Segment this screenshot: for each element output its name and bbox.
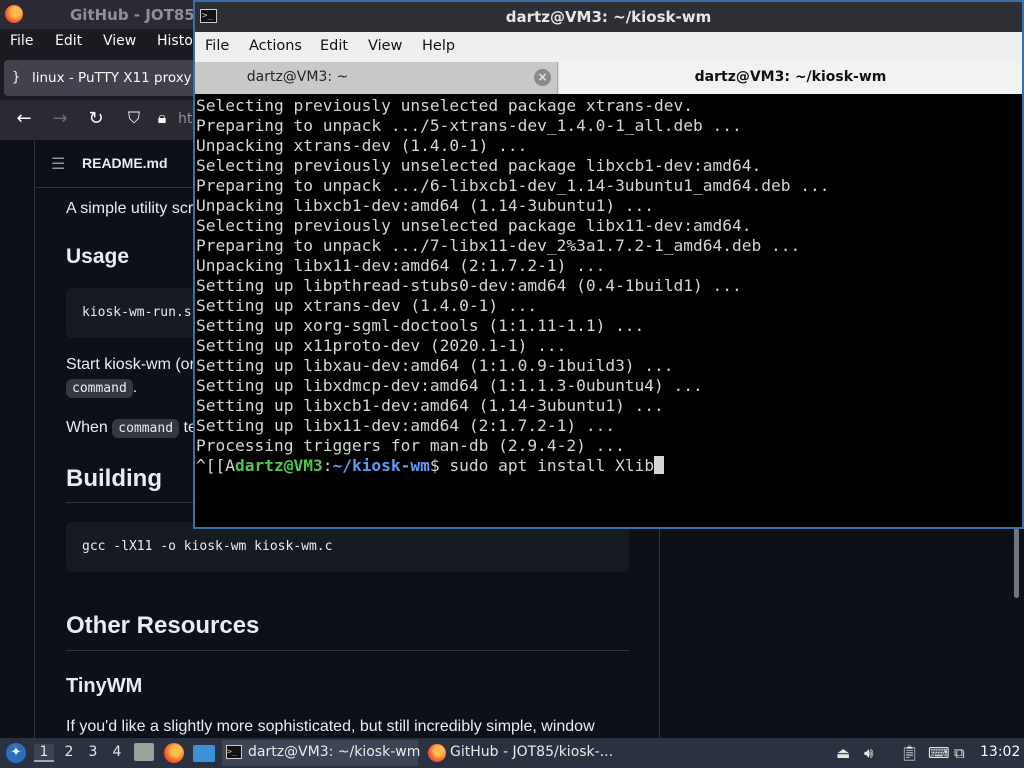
- terminal-tab-label: dartz@VM3: ~: [246, 69, 349, 85]
- terminal-line: Preparing to unpack .../6-libxcb1-dev_1.…: [196, 176, 830, 195]
- readme-intro: A simple utility scr: [66, 200, 194, 217]
- prompt-separator: :: [322, 456, 333, 475]
- back-icon[interactable]: ←: [12, 108, 36, 129]
- terminal-window: >_ dartz@VM3: ~/kiosk-wm File Actions Ed…: [193, 0, 1024, 529]
- terminal-line: Unpacking xtrans-dev (1.4.0-1) ...: [196, 136, 528, 155]
- lock-icon[interactable]: 🔒︎: [150, 108, 174, 128]
- tinywm-heading: TinyWM: [66, 675, 143, 697]
- terminal-window-title: dartz@VM3: ~/kiosk-wm: [505, 8, 712, 26]
- terminal-menu-actions[interactable]: Actions: [249, 38, 302, 54]
- escape-prefix: ^[[A: [196, 456, 235, 475]
- list-icon[interactable]: ☰: [51, 154, 65, 174]
- terminal-menu-help[interactable]: Help: [422, 38, 455, 54]
- clipboard-icon[interactable]: 📋︎: [900, 744, 919, 762]
- firefox-launcher-icon[interactable]: [164, 743, 184, 763]
- terminal-tab-label: dartz@VM3: ~/kiosk-wm: [694, 69, 887, 85]
- terminal-line: Unpacking libxcb1-dev:amd64 (1.14-3ubunt…: [196, 196, 655, 215]
- terminal-line: Setting up x11proto-dev (2020.1-1) ...: [196, 336, 567, 355]
- terminal-prompt-line[interactable]: ^[[Adartz@VM3:~/kiosk-wm$ sudo apt insta…: [196, 456, 1021, 476]
- terminal-line: Setting up libx11-dev:amd64 (2:1.7.2-1) …: [196, 416, 616, 435]
- network-icon[interactable]: ⧉: [954, 744, 965, 762]
- terminal-line: Setting up libxdmcp-dev:amd64 (1:1.1.3-0…: [196, 376, 703, 395]
- close-tab-icon[interactable]: ×: [534, 69, 551, 86]
- volume-icon[interactable]: 🔊︎: [864, 744, 873, 762]
- terminal-menubar: File Actions Edit View Help: [195, 32, 1022, 62]
- workspace-3[interactable]: 3: [83, 744, 103, 760]
- browser-menu-history[interactable]: Histo: [157, 33, 193, 49]
- terminal-line: Setting up libxcb1-dev:amd64 (1.14-3ubun…: [196, 396, 664, 415]
- shield-icon[interactable]: ⛉: [122, 108, 146, 128]
- taskbar: ✦ 1 2 3 4 >_ dartz@VM3: ~/kiosk-wm GitHu…: [0, 738, 1024, 768]
- forward-icon[interactable]: →: [48, 108, 72, 129]
- task-firefox[interactable]: GitHub - JOT85/kiosk-...: [424, 740, 624, 766]
- eject-icon[interactable]: ⏏: [836, 744, 850, 762]
- task-terminal[interactable]: >_ dartz@VM3: ~/kiosk-wm: [222, 740, 421, 766]
- when-word: When: [66, 419, 108, 436]
- terminal-line: Setting up xorg-sgml-doctools (1:1.11-1.…: [196, 316, 645, 335]
- tinywm-text: If you'd like a slightly more sophistica…: [66, 718, 595, 735]
- terminal-line: Preparing to unpack .../7-libx11-dev_2%3…: [196, 236, 801, 255]
- browser-menu-view[interactable]: View: [103, 33, 136, 49]
- heading-rule: [66, 650, 629, 651]
- terminal-tab-kiosk-wm[interactable]: dartz@VM3: ~/kiosk-wm: [559, 62, 1022, 94]
- terminal-line: Setting up libpthread-stubs0-dev:amd64 (…: [196, 276, 742, 295]
- inline-code-command: command: [66, 379, 133, 398]
- terminal-menu-edit[interactable]: Edit: [320, 38, 348, 54]
- terminal-line: Preparing to unpack .../5-xtrans-dev_1.4…: [196, 116, 742, 135]
- build-code-block: gcc -lX11 -o kiosk-wm kiosk-wm.c: [66, 522, 629, 572]
- browser-menu-edit[interactable]: Edit: [55, 33, 82, 49]
- prompt-user-host: dartz@VM3: [234, 456, 323, 475]
- file-manager-icon[interactable]: [134, 743, 154, 761]
- task-label: dartz@VM3: ~/kiosk-wm: [248, 744, 421, 760]
- show-desktop-icon[interactable]: [193, 745, 215, 762]
- workspace-1[interactable]: 1: [34, 744, 54, 762]
- terminal-line: Processing triggers for man-db (2.9.4-2)…: [196, 436, 625, 455]
- start-text-line2: command.: [66, 379, 137, 398]
- build-code: gcc -lX11 -o kiosk-wm kiosk-wm.c: [82, 539, 333, 554]
- prompt-symbol: $: [429, 456, 450, 475]
- browser-tab-label: linux - PuTTY X11 proxy: [32, 70, 192, 86]
- terminal-line: Selecting previously unselected package …: [196, 96, 694, 115]
- terminal-titlebar[interactable]: >_ dartz@VM3: ~/kiosk-wm: [195, 2, 1022, 32]
- text-cursor: [654, 456, 665, 474]
- inline-code-command-2: command: [112, 419, 180, 438]
- terminal-line: Selecting previously unselected package …: [196, 156, 762, 175]
- task-label: GitHub - JOT85/kiosk-...: [450, 744, 614, 760]
- prompt-path: ~/kiosk-wm: [332, 456, 430, 475]
- keyboard-icon[interactable]: ⌨: [928, 744, 950, 762]
- typed-command: sudo apt install Xlib: [449, 456, 655, 475]
- terminal-line: Setting up xtrans-dev (1.4.0-1) ...: [196, 296, 538, 315]
- terminal-line: Selecting previously unselected package …: [196, 216, 752, 235]
- usage-heading: Usage: [66, 245, 130, 268]
- firefox-icon: [5, 5, 23, 23]
- terminal-menu-view[interactable]: View: [368, 38, 402, 54]
- workspace-2[interactable]: 2: [59, 744, 79, 760]
- browser-window-title: GitHub - JOT85/: [70, 6, 201, 24]
- firefox-icon: [428, 744, 446, 762]
- usage-code: kiosk-wm-run.s: [82, 305, 192, 320]
- terminal-output[interactable]: Selecting previously unselected package …: [196, 96, 1021, 527]
- start-menu-icon[interactable]: ✦: [6, 743, 26, 763]
- terminal-tab-home[interactable]: dartz@VM3: ~ ×: [195, 62, 558, 94]
- scrollbar[interactable]: [1014, 528, 1019, 598]
- terminal-icon: >_: [226, 745, 242, 759]
- clock[interactable]: 13:02: [980, 744, 1020, 760]
- terminal-tabbar: dartz@VM3: ~ × dartz@VM3: ~/kiosk-wm: [195, 62, 1022, 94]
- start-text: Start kiosk-wm (or: [66, 356, 195, 373]
- browser-menu-file[interactable]: File: [10, 33, 33, 49]
- bracket-icon: }: [12, 70, 21, 85]
- terminal-menu-file[interactable]: File: [205, 38, 229, 54]
- terminal-line: Setting up libxau-dev:amd64 (1:1.0.9-1bu…: [196, 356, 674, 375]
- workspace-4[interactable]: 4: [107, 744, 127, 760]
- when-text: When command te: [66, 419, 197, 438]
- terminal-line: Unpacking libx11-dev:amd64 (2:1.7.2-1) .…: [196, 256, 606, 275]
- url-bar[interactable]: ht: [178, 111, 192, 127]
- readme-file-title[interactable]: README.md: [82, 155, 168, 171]
- building-heading: Building: [66, 465, 162, 492]
- reload-icon[interactable]: ↻: [84, 108, 108, 129]
- other-resources-heading: Other Resources: [66, 612, 260, 639]
